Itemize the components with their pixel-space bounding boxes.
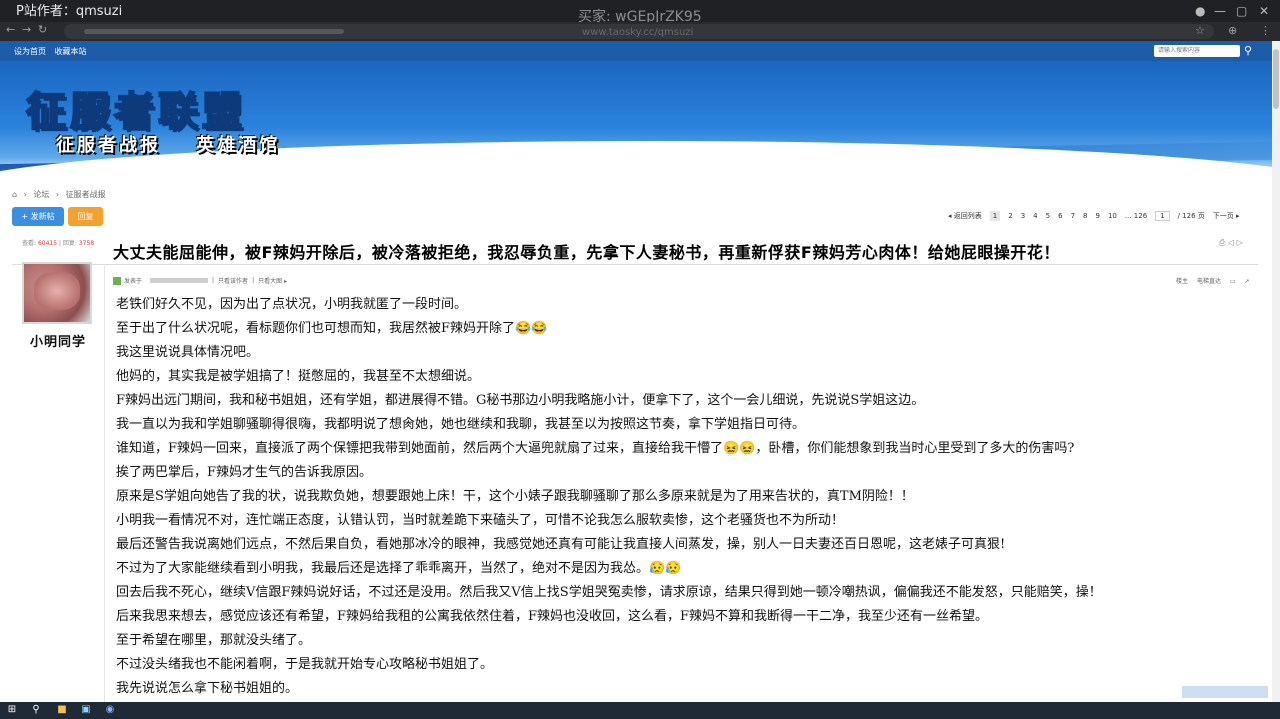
post-paragraph: 他妈的，其实我是被学姐搞了！挺憋屈的，我甚至不太想细说。 <box>116 369 481 384</box>
breadcrumb: ⌂ › 论坛 › 征服者战报 <box>12 190 106 199</box>
post-paragraph: 至于出了什么状况呢，看标题你们也可想而知，我居然被F辣妈开除了😂😂 <box>116 321 548 336</box>
minimize-icon[interactable]: — <box>1214 4 1226 18</box>
post-meta: 发表于 | 只看该作者 | 只看大图 ▸ <box>113 276 291 285</box>
post-floor-tools: 楼主 电梯直达 ▭ ➚ <box>1176 276 1257 285</box>
menu-icon[interactable]: ⋮ <box>1260 24 1271 37</box>
profile-icon[interactable]: ● <box>1195 4 1205 18</box>
bookmark-site-link[interactable]: 收藏本站 <box>55 47 87 56</box>
reload-icon[interactable]: ↻ <box>38 23 47 36</box>
jump-to-floor-link[interactable]: 电梯直达 <box>1197 278 1221 285</box>
page-scrollbar[interactable] <box>1272 41 1280 702</box>
browser-icon[interactable]: ◉ <box>104 704 116 716</box>
forward-icon[interactable]: → <box>22 23 31 36</box>
page-number-input[interactable]: 1 <box>1155 211 1170 221</box>
start-icon[interactable]: ⊞ <box>6 704 18 716</box>
page-link[interactable]: 8 <box>1083 212 1087 220</box>
title-tools: ⎙ ◁ ▷ <box>1219 238 1243 248</box>
scroll-thumb[interactable] <box>1273 49 1279 109</box>
post-paragraph: 回去后我不死心，继续V信跟F辣妈说好话，不过还是没用。然后我又V信上找S学姐哭冤… <box>116 585 1102 600</box>
page-link[interactable]: 1 <box>989 211 1001 221</box>
floor-jump-input[interactable]: ▭ <box>1230 278 1236 285</box>
set-homepage-link[interactable]: 设为首页 <box>14 47 46 56</box>
view-count: 60415 <box>37 240 58 247</box>
os-taskbar: ⊞ ⚲ ■ ▣ ◉ <box>0 702 1280 719</box>
post-paragraph: 后来我思来想去，感觉应该还有希望，F辣妈给我租的公寓我依然住着，F辣妈也没收回，… <box>116 609 989 624</box>
pagination: ◂ 返回列表 1 2 3 4 5 6 7 8 9 10 ... 126 1 / … <box>948 210 1248 222</box>
post-date-blurred <box>150 278 209 283</box>
go-icon[interactable]: ➚ <box>1244 278 1249 285</box>
maximize-icon[interactable]: ▢ <box>1236 4 1247 18</box>
print-icon[interactable]: ⎙ <box>1219 238 1225 247</box>
page-link-last[interactable]: ... 126 <box>1125 212 1147 220</box>
page-link[interactable]: 2 <box>1008 212 1012 220</box>
home-icon[interactable]: ⌂ <box>12 190 17 199</box>
page-link[interactable]: 10 <box>1108 212 1117 220</box>
post-paragraph: 原来是S学姐向她告了我的状，说我欺负她，想要跟她上床！干，这个小婊子跟我聊骚聊了… <box>116 489 914 504</box>
browser-tab-title[interactable]: P站作者：qmsuzi <box>16 2 122 22</box>
watermark-url: www.taosky.cc/qmsuzi <box>582 27 694 38</box>
post-content: 老铁们好久不见，因为出了点状况，小明我就匿了一段时间。 至于出了什么状况呢，看标… <box>116 293 1252 701</box>
header-divider <box>12 264 1258 265</box>
post-paragraph: 谁知道，F辣妈一回来，直接派了两个保镖把我带到她面前，然后两个大逼兜就扇了过来，… <box>116 441 1075 456</box>
next-thread-icon[interactable]: ▷ <box>1237 238 1243 247</box>
page-link[interactable]: 4 <box>1033 212 1037 220</box>
post-paragraph: 最后还警告我说离她们远点，不然后果自负，看她那冰冷的眼神，我感觉她还真有可能让我… <box>116 537 1006 552</box>
page-link[interactable]: 6 <box>1058 212 1062 220</box>
author-only-link[interactable]: 只看该作者 <box>218 276 248 285</box>
thread-stats: 查看: 60415 | 回复: 3758 <box>22 240 95 247</box>
browser-tab-bar: P站作者：qmsuzi 买家: wGEpJrZK95 ● — ▢ ✕ <box>0 0 1280 25</box>
back-icon[interactable]: ← <box>6 23 15 36</box>
close-icon[interactable]: ✕ <box>1259 4 1269 18</box>
post-paragraph: 小明我一看情况不对，连忙端正态度，认错认罚，当时就差跪下来磕头了，可惜不论我怎么… <box>116 513 845 528</box>
site-top-bar: 设为首页 收藏本站 请输入搜索内容 ⚲ <box>0 41 1272 61</box>
reply-count: 3758 <box>78 240 95 247</box>
banner-logo-title[interactable]: 征服者联盟 <box>25 79 246 137</box>
prev-thread-icon[interactable]: ◁ <box>1228 238 1234 247</box>
extension-icon[interactable]: ⊕ <box>1228 24 1237 37</box>
page-link[interactable]: 7 <box>1071 212 1075 220</box>
post-paragraph: 我一直以为我和学姐聊骚聊得很嗨，我都明说了想肏她，她也继续和我聊，我甚至以为按照… <box>116 417 806 432</box>
site-search-input[interactable]: 请输入搜索内容 <box>1154 45 1240 57</box>
post-paragraph: 不过为了大家能继续看到小明我，我最后还是选择了乖乖离开，当然了，绝对不是因为我怂… <box>116 561 682 576</box>
breadcrumb-board[interactable]: 征服者战报 <box>66 190 106 199</box>
post-paragraph: 我先说说怎么拿下秘书姐姐的。 <box>116 681 299 696</box>
reply-button[interactable]: 回复 <box>68 207 103 226</box>
avatar[interactable] <box>22 262 92 324</box>
page-total: / 126 页 <box>1177 212 1205 220</box>
page-link[interactable]: 9 <box>1096 212 1100 220</box>
notepad-icon[interactable]: ▣ <box>80 704 92 716</box>
blurred-overlay <box>1182 686 1268 698</box>
avatar-image <box>34 272 80 310</box>
post-paragraph: 我这里说说具体情况吧。 <box>116 345 260 360</box>
thread-title: 大丈夫能屈能伸，被F辣妈开除后，被冷落被拒绝，我忍辱负重，先拿下人妻秘书，再重新… <box>113 243 1060 262</box>
page-link[interactable]: 5 <box>1046 212 1050 220</box>
breadcrumb-forum[interactable]: 论坛 <box>33 190 49 199</box>
site-banner: 征服者联盟 征服者战报 英雄酒馆 <box>0 61 1272 181</box>
page-link[interactable]: 3 <box>1021 212 1025 220</box>
url-blurred <box>84 29 344 34</box>
file-explorer-icon[interactable]: ■ <box>56 704 68 716</box>
search-icon[interactable]: ⚲ <box>30 704 42 716</box>
floor-label: 楼主 <box>1176 278 1189 285</box>
post-paragraph: F辣妈出远门期间，我和秘书姐姐，还有学姐，都进展得不错。G秘书那边小明我略施小计… <box>116 393 925 408</box>
search-icon[interactable]: ⚲ <box>1244 44 1252 57</box>
post-paragraph: 挨了两巴掌后，F辣妈才生气的告诉我原因。 <box>116 465 373 480</box>
new-post-button[interactable]: + 发新帖 <box>12 207 64 226</box>
author-name[interactable]: 小明同学 <box>30 331 86 350</box>
banner-sub-tavern[interactable]: 英雄酒馆 <box>196 135 280 156</box>
bookmark-star-icon[interactable]: ☆ <box>1195 24 1205 37</box>
back-to-list-link[interactable]: ◂ 返回列表 <box>948 211 982 221</box>
post-paragraph: 不过没头绪我也不能闲着啊，于是我就开始专心攻略秘书姐姐了。 <box>116 657 494 672</box>
banner-sub-reports[interactable]: 征服者战报 <box>56 135 161 156</box>
big-pic-link[interactable]: 只看大图 ▸ <box>258 276 287 285</box>
online-status-icon <box>113 276 121 285</box>
next-page-link[interactable]: 下一页 ▸ <box>1213 211 1240 221</box>
post-paragraph: 至于希望在哪里，那就没头绪了。 <box>116 633 312 648</box>
post-paragraph: 老铁们好久不见，因为出了点状况，小明我就匿了一段时间。 <box>116 297 468 312</box>
banner-subtitles: 征服者战报 英雄酒馆 <box>56 131 306 157</box>
